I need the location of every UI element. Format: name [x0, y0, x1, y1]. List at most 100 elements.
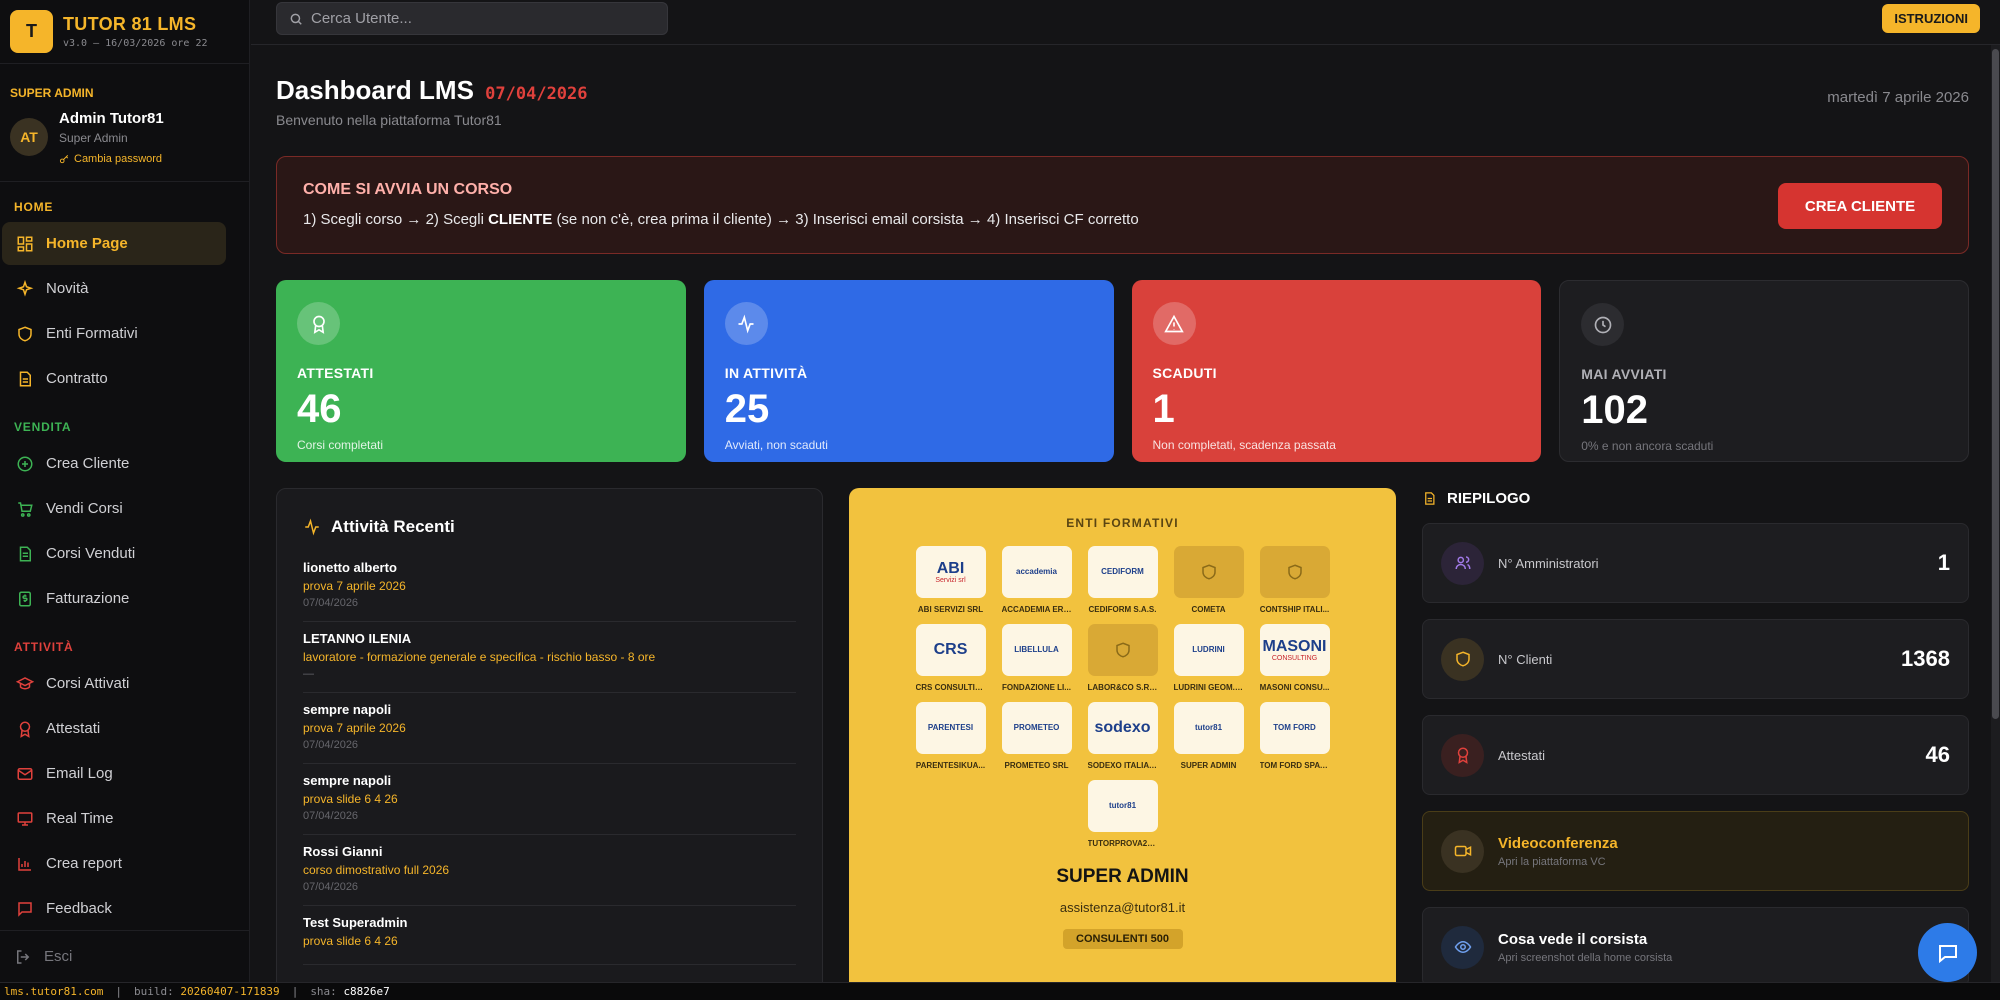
stat-value: 25 [724, 387, 770, 431]
ente-name: ACCADEMIA ERA... [1001, 605, 1072, 614]
section-attivita: ATTIVITÀ [14, 640, 74, 654]
search-box[interactable] [276, 2, 668, 35]
warning-icon [1152, 302, 1196, 345]
stat-card-scaduti[interactable]: SCADUTI 1 Non completati, scadenza passa… [1131, 280, 1542, 462]
page-subtitle: Benvenuto nella piattaforma Tutor81 [276, 112, 502, 128]
sha-label: sha: [310, 985, 337, 998]
ente-logo[interactable]: PARENTESI PARENTESIKUA... [915, 702, 986, 770]
change-password-link[interactable]: Cambia password [59, 153, 164, 165]
brand-logo[interactable]: T [10, 10, 53, 53]
activity-icon [724, 302, 768, 345]
award-icon [297, 302, 340, 345]
ente-name: LUDRINI GEOM. ... [1173, 683, 1244, 692]
activity-item[interactable]: Test Superadmin prova slide 6 4 26 [303, 908, 796, 965]
message-icon [18, 901, 32, 917]
ente-name: CRS CONSULTIN... [915, 683, 986, 692]
enti-formativi-panel: ENTI FORMATIVI ABI Servizi srl ABI SERVIZI… [849, 488, 1396, 1000]
lower-row: Attività Recenti lionetto alberto prova … [276, 488, 1969, 1000]
sidebar-item-vendi-corsi[interactable]: Vendi Corsi [2, 487, 247, 530]
sidebar-item-enti-formativi[interactable]: Enti Formativi [2, 312, 247, 355]
stat-value: 46 [297, 387, 342, 431]
activity-course: prova 7 aprile 2026 [303, 721, 406, 735]
logout-label: Esci [44, 948, 73, 965]
summary-value: 1 [1937, 550, 1950, 575]
avatar: AT [10, 118, 48, 156]
stat-desc: Avviati, non scaduti [724, 438, 828, 452]
sidebar-item-attestati[interactable]: Attestati [2, 707, 247, 750]
enti-email[interactable]: assistenza@tutor81.it [849, 900, 1396, 915]
sidebar-item-corsi-venduti[interactable]: Corsi Venduti [2, 532, 247, 575]
shield-icon [1173, 546, 1244, 598]
sidebar-item-fatturazione[interactable]: Fatturazione [2, 577, 247, 620]
ente-logo[interactable]: LIBELLULA FONDAZIONE LI... [1001, 624, 1072, 692]
cart-icon [18, 501, 33, 517]
sidebar-item-label: Feedback [46, 900, 112, 917]
sidebar-item-home-page[interactable]: Home Page [2, 222, 226, 265]
logo-grid: ABI Servizi srl ABI SERVIZI SRL accademia AC… [903, 546, 1343, 848]
search-input[interactable] [311, 10, 651, 27]
section-home: HOME [14, 200, 54, 214]
ente-logo[interactable]: LUDRINI LUDRINI GEOM. ... [1173, 624, 1244, 692]
activity-user: lionetto alberto [303, 560, 397, 575]
stat-value: 1 [1152, 387, 1175, 431]
app-version: v3.0 — 16/03/2026 ore 22 [63, 38, 208, 49]
activity-item[interactable]: sempre napoli prova 7 aprile 2026 07/04/… [303, 695, 796, 764]
ente-logo[interactable]: LABOR&CO S.R.L. [1087, 624, 1158, 692]
instructions-button[interactable]: ISTRUZIONI [1882, 4, 1980, 33]
scrollbar-thumb[interactable] [1992, 49, 1999, 719]
ente-logo-image: accademia [1001, 546, 1072, 598]
chat-button[interactable] [1918, 923, 1977, 982]
activity-item[interactable]: Rossi Gianni corso dimostrativo full 202… [303, 837, 796, 906]
sidebar-item-email-log[interactable]: Email Log [2, 752, 247, 795]
stat-card-attestati[interactable]: ATTESTATI 46 Corsi completati [276, 280, 686, 462]
sidebar-item-label: Fatturazione [46, 590, 130, 607]
create-client-button[interactable]: CREA CLIENTE [1778, 183, 1942, 229]
stat-card-in-attivita[interactable]: IN ATTIVITÀ 25 Avviati, non scaduti [703, 280, 1114, 462]
logo-subtext: CONSULTING [1271, 655, 1318, 663]
ente-logo[interactable]: CEDIFORM CEDIFORM S.A.S. [1087, 546, 1158, 614]
logout-button[interactable]: Esci [0, 930, 250, 982]
sidebar-item-corsi-attivati[interactable]: Corsi Attivati [2, 662, 247, 705]
ente-logo[interactable]: tutor81 TUTORPROVA20... [1087, 780, 1158, 848]
ente-logo[interactable]: COMETA [1173, 546, 1244, 614]
ente-logo-image: sodexo [1087, 702, 1158, 754]
brand-name[interactable]: TUTOR 81 LMS [63, 14, 208, 35]
ente-logo[interactable]: PROMETEO PROMETEO SRL [1001, 702, 1072, 770]
ente-name: COMETA [1191, 605, 1226, 614]
logo-text: CRS [933, 641, 968, 659]
student-view-link[interactable]: Cosa vede il corsista Apri screenshot de… [1422, 907, 1969, 987]
ente-logo[interactable]: ABI Servizi srl ABI SERVIZI SRL [915, 546, 986, 614]
panel-title-text: Attività Recenti [331, 517, 455, 536]
ente-logo-image: MASONI CONSULTING [1259, 624, 1330, 676]
sidebar-item-feedback[interactable]: Feedback [2, 887, 247, 930]
sidebar-item-label: Corsi Venduti [46, 545, 136, 562]
logo-text: ABI [936, 559, 965, 577]
ente-logo[interactable]: CONTSHIP ITALI... [1259, 546, 1330, 614]
ente-logo-image: tutor81 [1173, 702, 1244, 754]
ente-logo[interactable]: MASONI CONSULTING MASONI CONSU... [1259, 624, 1330, 692]
stats-row: ATTESTATI 46 Corsi completati IN ATTIVIT… [276, 280, 1969, 462]
activity-item[interactable]: sempre napoli prova slide 6 4 26 07/04/2… [303, 766, 796, 835]
sidebar-item-crea-cliente[interactable]: Crea Cliente [2, 442, 247, 485]
award-icon [19, 721, 31, 738]
activity-item[interactable]: LETANNO ILENIA lavoratore - formazione g… [303, 624, 796, 693]
ente-logo[interactable]: tutor81 SUPER ADMIN [1173, 702, 1244, 770]
sidebar-item-contratto[interactable]: Contratto [2, 357, 247, 400]
graduation-cap-icon [16, 676, 34, 689]
ente-logo[interactable]: accademia ACCADEMIA ERA... [1001, 546, 1072, 614]
eye-icon [1441, 925, 1484, 969]
sidebar-item-label: Vendi Corsi [46, 500, 123, 517]
sidebar-item-novita[interactable]: Novità [2, 267, 247, 310]
ente-logo-image: CRS [915, 624, 986, 676]
sidebar-item-real-time[interactable]: Real Time [2, 797, 247, 840]
logout-icon [17, 949, 30, 964]
ente-logo[interactable]: sodexo SODEXO ITALIA ... [1087, 702, 1158, 770]
sidebar-item-crea-report[interactable]: Crea report [2, 842, 247, 885]
videoconference-link[interactable]: Videoconferenza Apri la piattaforma VC [1422, 811, 1969, 891]
page-scrollbar[interactable] [1991, 45, 2000, 982]
stat-card-mai-avviati[interactable]: MAI AVVIATI 102 0% e non ancora scaduti [1559, 280, 1969, 462]
ente-logo[interactable]: TOM FORD TOM FORD SPA -... [1259, 702, 1330, 770]
activity-item[interactable]: lionetto alberto prova 7 aprile 2026 07/… [303, 553, 796, 622]
ente-logo-image: LUDRINI [1173, 624, 1244, 676]
ente-logo[interactable]: CRS CRS CONSULTIN... [915, 624, 986, 692]
